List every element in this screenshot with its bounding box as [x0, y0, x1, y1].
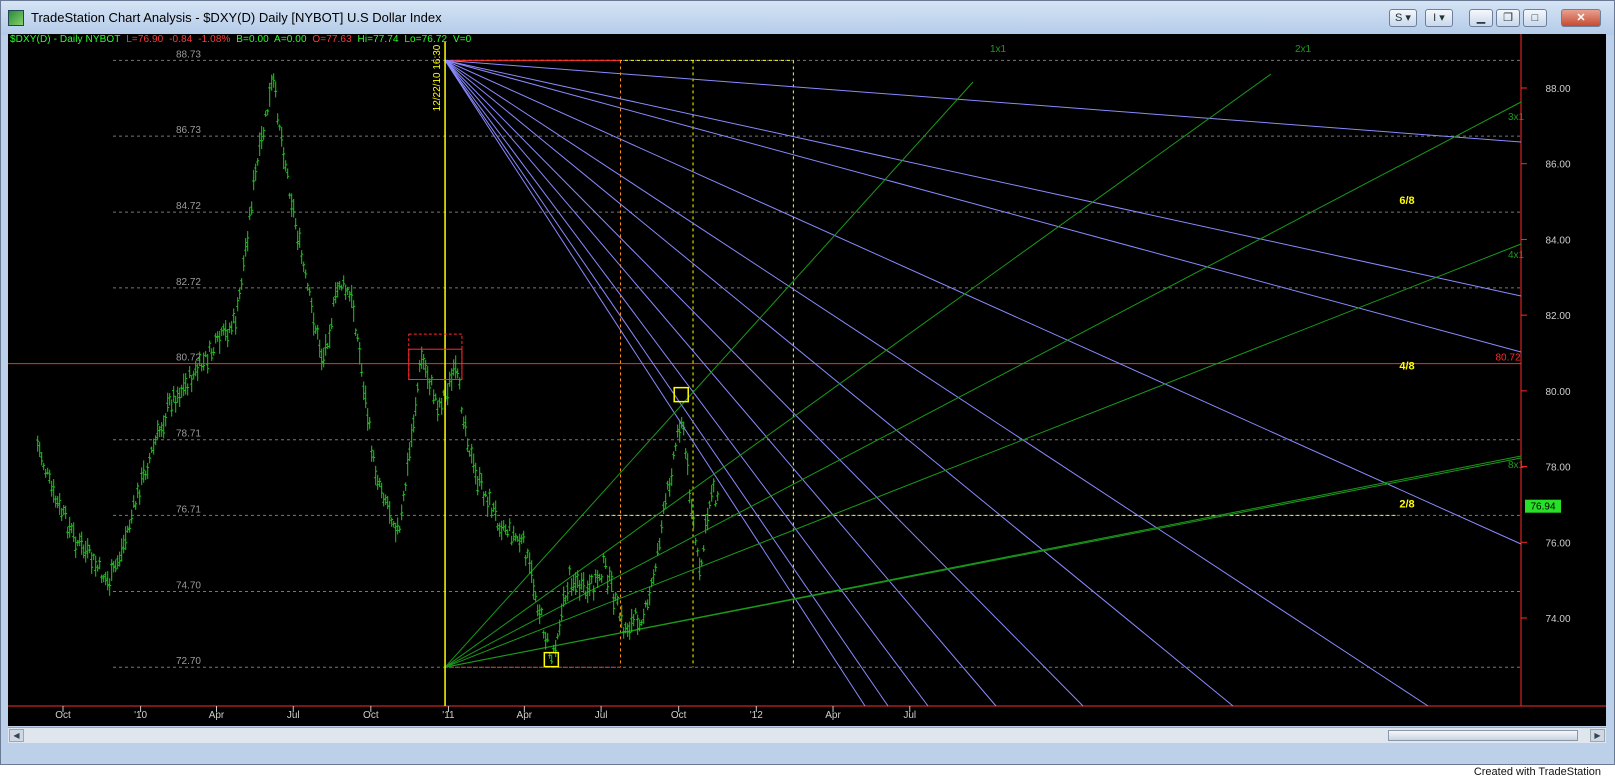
- gann-fan-green-line: [444, 73, 1272, 668]
- gann-angle-label: 1x1: [990, 44, 1007, 55]
- x-axis-tick-label: Apr: [517, 710, 533, 721]
- gann-fan-green-line: [444, 243, 1522, 668]
- gann-fan-blue-line: [444, 59, 1522, 297]
- price-level-label: 82.72: [176, 277, 201, 288]
- x-axis-tick-label: Jul: [287, 710, 300, 721]
- gann-angle-label: 2x1: [1295, 44, 1312, 55]
- tradestation-app-icon: [8, 10, 24, 26]
- price-level-label: 86.73: [176, 125, 201, 136]
- level-marker-label: 80.72: [1495, 353, 1520, 364]
- x-axis-tick-label: '12: [750, 710, 763, 721]
- status-bid: B=0.00: [236, 34, 269, 45]
- horizontal-scrollbar[interactable]: ◀ ▶: [8, 727, 1606, 743]
- time-marker-label: 12/22/10 16:30: [432, 44, 443, 111]
- maximize-icon: □: [1531, 12, 1539, 24]
- interval-link-button[interactable]: I ▾: [1425, 9, 1453, 27]
- restore-icon: ❐: [1503, 12, 1513, 24]
- footer-credit: Created with TradeStation: [1473, 766, 1601, 778]
- close-button[interactable]: ✕: [1561, 9, 1601, 27]
- status-pct: -1.08%: [198, 34, 231, 45]
- maximize-button[interactable]: □: [1523, 9, 1547, 27]
- price-level-label: 72.70: [176, 656, 201, 667]
- title-bar[interactable]: TradeStation Chart Analysis - $DXY(D) Da…: [1, 1, 1614, 35]
- price-level-label: 76.71: [176, 504, 201, 515]
- y-axis-tick-label: 84.00: [1545, 235, 1570, 246]
- murrey-level-label: 2/8: [1399, 498, 1414, 510]
- gann-fan-blue-line: [444, 60, 929, 707]
- status-open: O=77.63: [312, 34, 352, 45]
- status-volume: V=0: [452, 34, 472, 45]
- chart-plot-area[interactable]: 88.73 86.73 84.72 82.72 80.72 78.71 76.71 74.70…: [8, 34, 1606, 726]
- x-axis-tick-label: Jul: [595, 710, 608, 721]
- minimize-icon: ▁: [1476, 12, 1486, 24]
- y-axis-tick-label: 74.00: [1545, 614, 1570, 625]
- x-axis-tick-label: '10: [134, 710, 147, 721]
- gann-angle-label: 4x1: [1508, 250, 1525, 261]
- gann-fan-blue-line: [444, 60, 889, 707]
- gann-fan-green-line: [444, 101, 1522, 668]
- scroll-left-icon[interactable]: ◀: [9, 729, 24, 742]
- last-price-label: 76.94: [1530, 502, 1555, 513]
- price-level-label: 78.71: [176, 429, 201, 440]
- gann-fan-blue-line: [444, 59, 1522, 545]
- symbol-link-label: S: [1395, 12, 1403, 24]
- price-level-label: 74.70: [176, 581, 201, 592]
- status-ask: A=0.00: [274, 34, 307, 45]
- x-axis-tick-label: Oct: [55, 710, 71, 721]
- gann-fan-green-line: [444, 457, 1522, 668]
- scroll-right-icon[interactable]: ▶: [1590, 729, 1605, 742]
- y-axis-tick-label: 80.00: [1545, 387, 1570, 398]
- y-axis-tick-label: 86.00: [1545, 160, 1570, 171]
- gann-angle-label: 8x1: [1508, 460, 1525, 471]
- y-axis-tick-label: 82.00: [1545, 311, 1570, 322]
- gann-angle-label: 3x1: [1508, 112, 1525, 123]
- status-last: L=76.90: [126, 34, 164, 45]
- murrey-level-label: 4/8: [1399, 361, 1414, 373]
- status-line: $DXY(D) - Daily NYBOT L=76.90 -0.84 -1.0…: [10, 34, 471, 45]
- price-level-label: 80.72: [176, 353, 201, 364]
- status-low: Lo=76.72: [404, 34, 448, 45]
- x-axis-tick-label: Apr: [825, 710, 841, 721]
- y-axis-tick-label: 76.00: [1545, 538, 1570, 549]
- price-chart[interactable]: 88.73 86.73 84.72 82.72 80.72 78.71 76.71 74.70…: [8, 34, 1606, 726]
- symbol-link-button[interactable]: S ▾: [1389, 9, 1417, 27]
- gann-fan-blue-line: [444, 60, 997, 707]
- gann-fan-blue-line: [444, 60, 1084, 707]
- status-symbol: $DXY(D) - Daily NYBOT: [10, 34, 121, 45]
- status-change: -0.84: [169, 34, 193, 45]
- x-axis-tick-label: Oct: [363, 710, 379, 721]
- x-axis-tick-label: '11: [442, 710, 455, 721]
- y-axis-tick-label: 88.00: [1545, 84, 1570, 95]
- restore-button[interactable]: ❐: [1496, 9, 1520, 27]
- price-bars: [36, 73, 720, 665]
- price-level-label: 84.72: [176, 201, 201, 212]
- x-axis-tick-label: Jul: [903, 710, 916, 721]
- gann-fan-blue-line: [445, 59, 1522, 143]
- scrollbar-thumb[interactable]: [1388, 730, 1578, 741]
- x-axis-tick-label: Apr: [209, 710, 225, 721]
- status-high: Hi=77.74: [357, 34, 399, 45]
- window-title: TradeStation Chart Analysis - $DXY(D) Da…: [31, 10, 442, 25]
- minimize-button[interactable]: ▁: [1469, 9, 1493, 27]
- y-axis-tick-label: 78.00: [1545, 463, 1570, 474]
- gann-fan-blue-line: [444, 59, 1234, 707]
- murrey-level-label: 6/8: [1399, 195, 1414, 207]
- close-icon: ✕: [1576, 12, 1586, 24]
- interval-link-label: I: [1433, 12, 1437, 24]
- x-axis-tick-label: Oct: [671, 710, 687, 721]
- price-level-label: 88.73: [176, 49, 201, 60]
